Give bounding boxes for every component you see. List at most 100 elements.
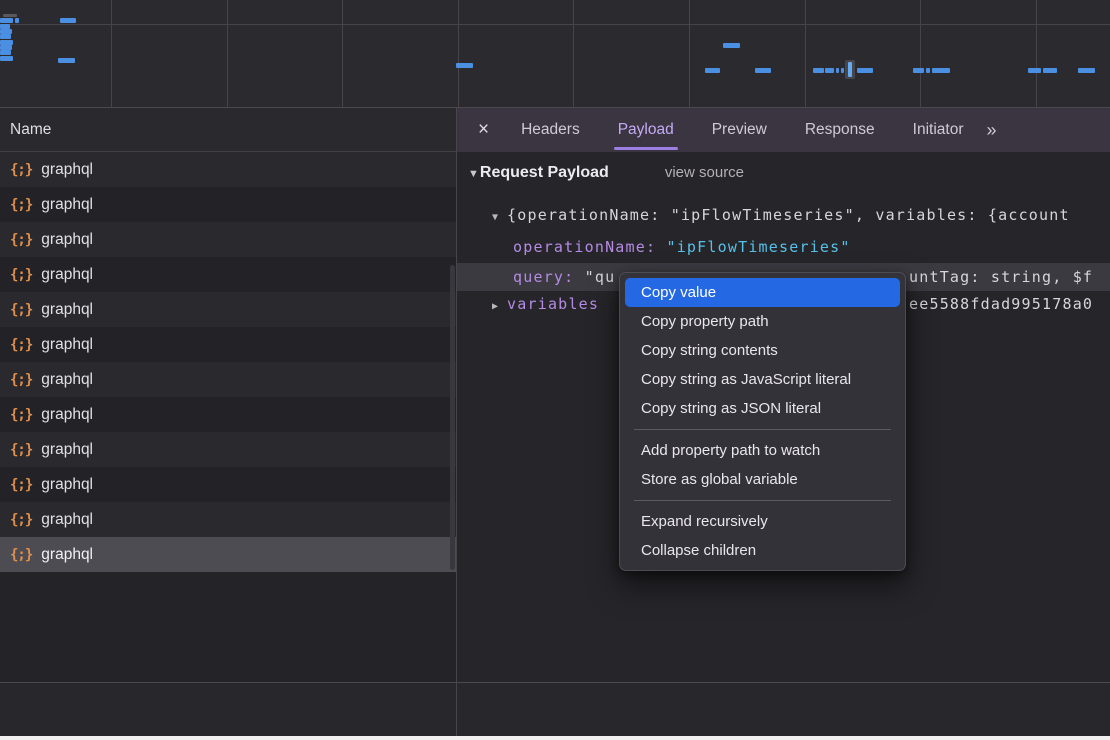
waterfall-bar [836, 68, 839, 73]
waterfall-bar [723, 43, 740, 48]
menu-item-copy-value[interactable]: Copy value [625, 278, 900, 307]
gridline [920, 0, 921, 107]
network-overview-timeline[interactable] [0, 0, 1110, 108]
request-row[interactable]: {;} graphql [0, 152, 456, 187]
request-row[interactable]: {;} graphql [0, 222, 456, 257]
payload-root-node[interactable]: ▼ {operationName: "ipFlowTimeseries", var… [492, 204, 1070, 229]
menu-item-copy-string-as-json-literal[interactable]: Copy string as JSON literal [625, 394, 900, 423]
json-braces-icon: {;} [10, 162, 32, 178]
request-name-label: graphql [41, 546, 93, 564]
json-braces-icon: {;} [10, 302, 32, 318]
view-source-link[interactable]: view source [665, 164, 744, 181]
scrollbar-thumb[interactable] [450, 265, 455, 570]
detail-tabbar: × HeadersPayloadPreviewResponseInitiator… [457, 108, 1110, 152]
payload-operation-name-node[interactable]: operationName: "ipFlowTimeseries" [513, 236, 851, 258]
waterfall-bar [705, 68, 720, 73]
detail-tabs: HeadersPayloadPreviewResponseInitiator [502, 108, 982, 152]
menu-item-add-property-path-to-watch[interactable]: Add property path to watch [625, 436, 900, 465]
waterfall-bar [15, 18, 19, 23]
menu-separator [634, 429, 891, 430]
close-icon[interactable]: × [478, 108, 489, 152]
request-row[interactable]: {;} graphql [0, 432, 456, 467]
summary-bar [0, 683, 1110, 736]
request-row[interactable]: {;}graphql [0, 327, 456, 362]
waterfall-bar [926, 68, 930, 73]
request-row[interactable]: {;}graphql [0, 187, 456, 222]
menu-item-copy-string-as-javascript-literal[interactable]: Copy string as JavaScript literal [625, 365, 900, 394]
waterfall-bar [1028, 68, 1041, 73]
gridline [573, 0, 574, 107]
json-braces-icon: {;} [10, 407, 32, 423]
collapse-triangle-icon[interactable]: ▼ [492, 212, 498, 223]
request-name-label: graphql [41, 266, 93, 284]
menu-item-expand-recursively[interactable]: Expand recursively [625, 507, 900, 536]
menu-item-copy-string-contents[interactable]: Copy string contents [625, 336, 900, 365]
gridline [111, 0, 112, 107]
tab-response[interactable]: Response [786, 108, 894, 152]
column-header-name[interactable]: Name [0, 108, 456, 152]
request-row[interactable]: {;} graphql [0, 292, 456, 327]
summary-bar-divider [0, 682, 1110, 683]
context-menu: Copy valueCopy property pathCopy string … [619, 272, 906, 571]
panel-splitter[interactable] [456, 108, 457, 736]
waterfall-bar [755, 68, 771, 73]
column-header-name-label: Name [10, 121, 51, 138]
request-row[interactable]: {;}graphql [0, 257, 456, 292]
request-row[interactable]: {;} graphql [0, 502, 456, 537]
request-rows: {;} graphql {;} graphql {;} graphql {;} graphql… [0, 152, 456, 572]
more-tabs-icon[interactable]: » [987, 120, 1012, 141]
request-name-label: graphql [41, 511, 93, 529]
request-row[interactable]: {;} graphql [0, 537, 456, 572]
waterfall-bar [825, 68, 834, 73]
request-row[interactable]: {;}graphql [0, 467, 456, 502]
request-name-label: graphql [41, 371, 93, 389]
request-row[interactable]: {;}graphql [0, 397, 456, 432]
request-name-label: graphql [41, 231, 93, 249]
waterfall-bar [3, 14, 17, 17]
request-payload-title: Request Payload [480, 164, 609, 181]
waterfall-bar [0, 18, 13, 23]
gridline [458, 0, 459, 107]
waterfall-bar [813, 68, 824, 73]
menu-item-collapse-children[interactable]: Collapse children [625, 536, 900, 565]
tab-preview[interactable]: Preview [693, 108, 786, 152]
collapse-triangle-icon[interactable]: ▼ [468, 168, 479, 180]
menu-item-store-as-global-variable[interactable]: Store as global variable [625, 465, 900, 494]
json-braces-icon: {;} [10, 337, 32, 353]
payload-object-preview: {operationName: "ipFlowTimeseries", vari… [507, 206, 1070, 224]
window-bottom-edge [0, 736, 1110, 740]
devtools-network-panel: Name {;}graphql{;}graphql{;}graphql{;}gr… [0, 0, 1110, 740]
waterfall-bar [0, 34, 11, 39]
waterfall-bar [1043, 68, 1057, 73]
json-braces-icon: {;} [10, 232, 32, 248]
json-braces-icon: {;} [10, 512, 32, 528]
menu-item-copy-property-path[interactable]: Copy property path [625, 307, 900, 336]
request-payload-section-header[interactable]: ▼Request Payload view source [468, 164, 744, 182]
payload-query-node[interactable]: query: "qu [513, 266, 615, 288]
waterfall-bar [60, 18, 76, 23]
gridline [805, 0, 806, 107]
waterfall-bar [0, 50, 11, 55]
json-braces-icon: {;} [10, 547, 32, 563]
tab-headers[interactable]: Headers [502, 108, 599, 152]
request-list-panel: Name {;}graphql{;}graphql{;}graphql{;}gr… [0, 108, 456, 736]
request-name-label: graphql [41, 441, 93, 459]
request-name-label: graphql [41, 196, 93, 214]
property-value-right-fragment: untTag: string, $f [909, 266, 1093, 288]
property-value: "ipFlowTimeseries" [666, 238, 850, 256]
waterfall-bar [0, 56, 13, 61]
variables-preview-fragment: ee5588fdad995178a0 [909, 293, 1093, 315]
gridline [342, 0, 343, 107]
waterfall-bar [58, 58, 75, 63]
tab-initiator[interactable]: Initiator [894, 108, 983, 152]
json-braces-icon: {;} [10, 442, 32, 458]
tab-payload[interactable]: Payload [599, 108, 693, 152]
request-name-label: graphql [41, 301, 93, 319]
request-name-label: graphql [41, 476, 93, 494]
payload-variables-node[interactable]: ▶variables [492, 293, 599, 318]
overview-lane-divider [0, 24, 1110, 25]
request-row[interactable]: {;}graphql [0, 362, 456, 397]
request-name-label: graphql [41, 161, 93, 179]
expand-triangle-icon[interactable]: ▶ [492, 301, 498, 312]
property-value-left-fragment: "qu [585, 268, 616, 286]
